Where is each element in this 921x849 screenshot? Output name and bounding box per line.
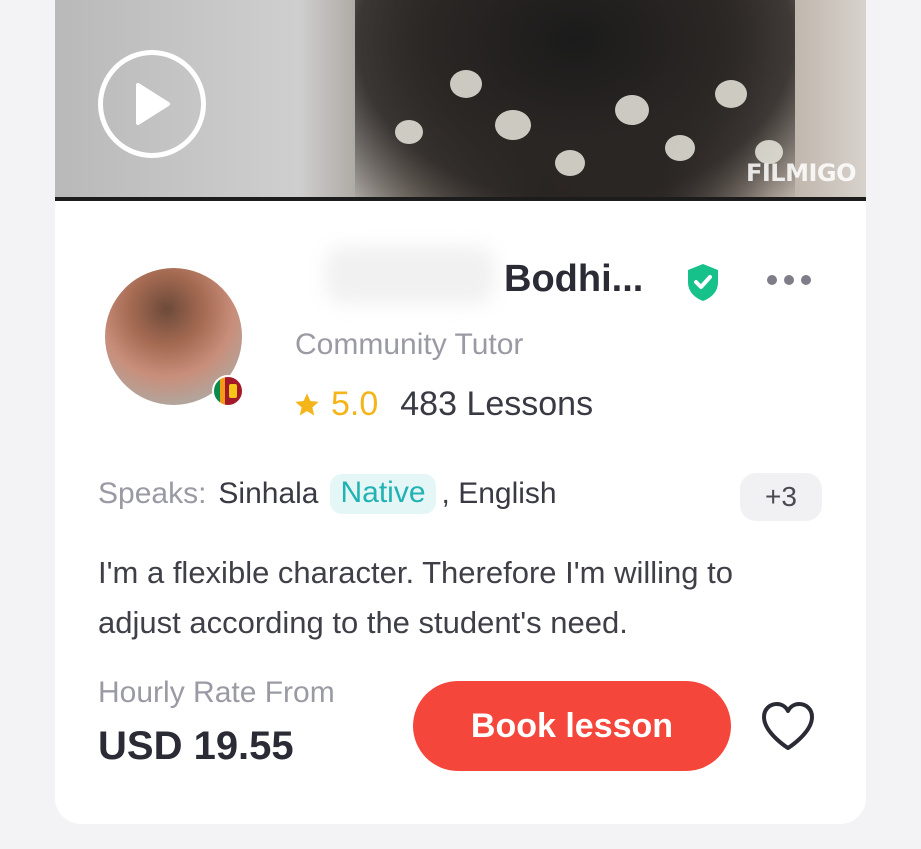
blurred-name-region [325, 246, 495, 304]
intro-video[interactable]: FILMIGO [55, 0, 866, 201]
tutor-card[interactable]: FILMIGO Bodhi... Community Tutor 5.0 483… [55, 0, 866, 824]
more-horizontal-icon [784, 275, 794, 285]
speaks-label: Speaks: [98, 477, 207, 510]
video-watermark: FILMIGO [745, 159, 857, 187]
play-icon [136, 83, 170, 125]
primary-language: Sinhala [218, 477, 319, 510]
more-languages-chip[interactable]: +3 [740, 473, 822, 521]
video-pattern-flower [615, 95, 649, 125]
video-pattern-flower [495, 110, 531, 140]
video-pattern-flower [395, 120, 423, 144]
video-pattern-flower [555, 150, 585, 176]
hourly-rate-value: USD 19.55 [98, 724, 294, 768]
rating-value: 5.0 [331, 385, 379, 423]
more-horizontal-icon [801, 275, 811, 285]
hourly-rate-label: Hourly Rate From [98, 676, 335, 709]
video-pattern-flower [450, 70, 482, 98]
video-pattern-flower [665, 135, 695, 161]
more-horizontal-icon [767, 275, 777, 285]
tutor-bio: I'm a flexible character. Therefore I'm … [98, 555, 733, 640]
secondary-language: , English [441, 477, 557, 510]
tutor-name[interactable]: Bodhi... [504, 258, 643, 301]
star-icon [295, 392, 319, 415]
more-options-button[interactable] [764, 263, 814, 297]
lessons-count: 483 Lessons [400, 385, 594, 423]
languages-row: Speaks: Sinhala Native , English [98, 474, 557, 514]
heart-outline-icon[interactable] [758, 696, 818, 756]
tutor-type-label: Community Tutor [295, 328, 524, 361]
book-lesson-button[interactable]: Book lesson [413, 681, 731, 771]
video-divider [55, 197, 866, 201]
play-button[interactable] [98, 50, 206, 158]
verified-shield-icon [688, 264, 718, 301]
native-badge: Native [330, 474, 436, 514]
video-pattern-flower [715, 80, 747, 108]
rating-row: 5.0 483 Lessons [293, 385, 593, 424]
sri-lanka-flag-icon [212, 375, 244, 407]
